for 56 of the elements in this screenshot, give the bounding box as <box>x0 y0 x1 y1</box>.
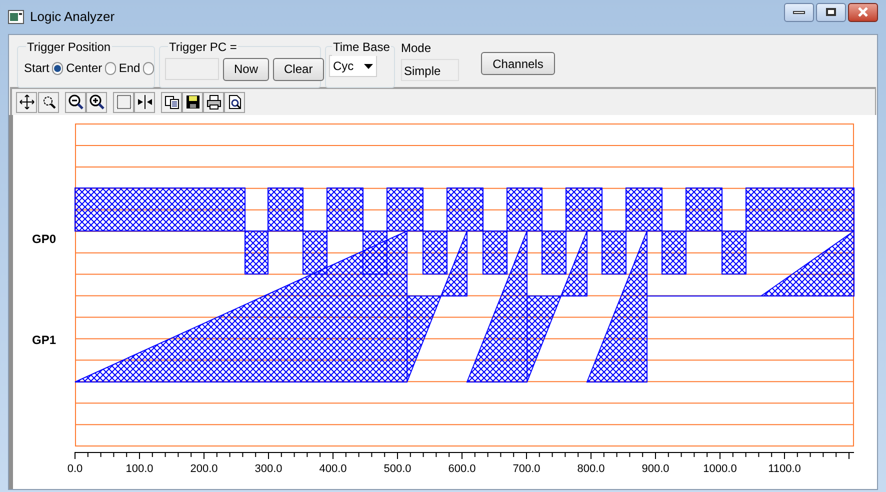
time-base-dropdown[interactable]: Cyc <box>329 55 377 77</box>
close-icon <box>857 7 869 17</box>
axis-label: 600.0 <box>448 463 476 475</box>
toolbar-button[interactable] <box>134 92 155 112</box>
toolbar-button[interactable] <box>86 92 107 112</box>
toolbar-button[interactable] <box>113 92 134 112</box>
radio-button[interactable] <box>143 62 154 74</box>
print-icon <box>206 94 222 110</box>
radio-button[interactable] <box>52 62 64 74</box>
maximize-icon <box>826 8 836 16</box>
app-icon <box>8 10 24 24</box>
minimize-icon <box>793 10 805 14</box>
axis-label: 1100.0 <box>768 463 801 475</box>
axis-label: 300.0 <box>254 463 282 475</box>
toolbar-button[interactable] <box>182 92 203 112</box>
copy-icon <box>164 94 180 110</box>
pan-icon <box>18 94 34 110</box>
mode-label: Mode <box>401 40 432 57</box>
action-button[interactable]: Now <box>223 58 270 80</box>
cursor-icon <box>136 94 152 110</box>
radio-button[interactable] <box>105 62 116 74</box>
window-title: Logic Analyzer <box>30 8 115 26</box>
radio-label: Start <box>24 60 50 77</box>
toolbar-button[interactable] <box>224 92 245 112</box>
mode-field: Simple <box>401 59 459 81</box>
axis-label: 400.0 <box>319 463 347 475</box>
trigger-pc-field[interactable] <box>165 58 219 80</box>
maximize-button[interactable] <box>816 2 846 22</box>
channel-label: GP0 <box>32 232 56 246</box>
channels-button[interactable]: Channels <box>481 52 555 75</box>
axis-label: 700.0 <box>512 463 540 475</box>
caret-icon <box>364 64 373 68</box>
print-preview-icon <box>226 94 242 110</box>
radio-label: End <box>118 60 140 77</box>
channel-label: GP1 <box>32 333 56 347</box>
action-button[interactable]: Clear <box>273 58 324 80</box>
zoom-out-icon <box>68 94 84 110</box>
axis-label: 500.0 <box>384 463 412 475</box>
toolbar-button[interactable] <box>161 92 182 112</box>
axis-label: 100.0 <box>126 463 154 475</box>
zoom-in-icon <box>88 94 104 110</box>
axis-label: 1000.0 <box>703 463 737 475</box>
close-button[interactable] <box>848 2 878 22</box>
save-icon <box>184 94 200 110</box>
selection-icon <box>116 94 132 110</box>
minimize-button[interactable] <box>784 2 814 22</box>
axis-label: 0.0 <box>67 463 83 475</box>
zoom-fit-icon <box>40 94 56 110</box>
toolbar-button[interactable] <box>65 92 86 112</box>
toolbar-button[interactable] <box>203 92 224 112</box>
axis-label: 800.0 <box>577 463 605 475</box>
toolbar-button[interactable] <box>16 92 37 112</box>
toolbar-button[interactable] <box>38 92 59 112</box>
axis-label: 200.0 <box>190 463 218 475</box>
radio-label: Center <box>66 60 102 77</box>
axis-label: 900.0 <box>642 463 670 475</box>
